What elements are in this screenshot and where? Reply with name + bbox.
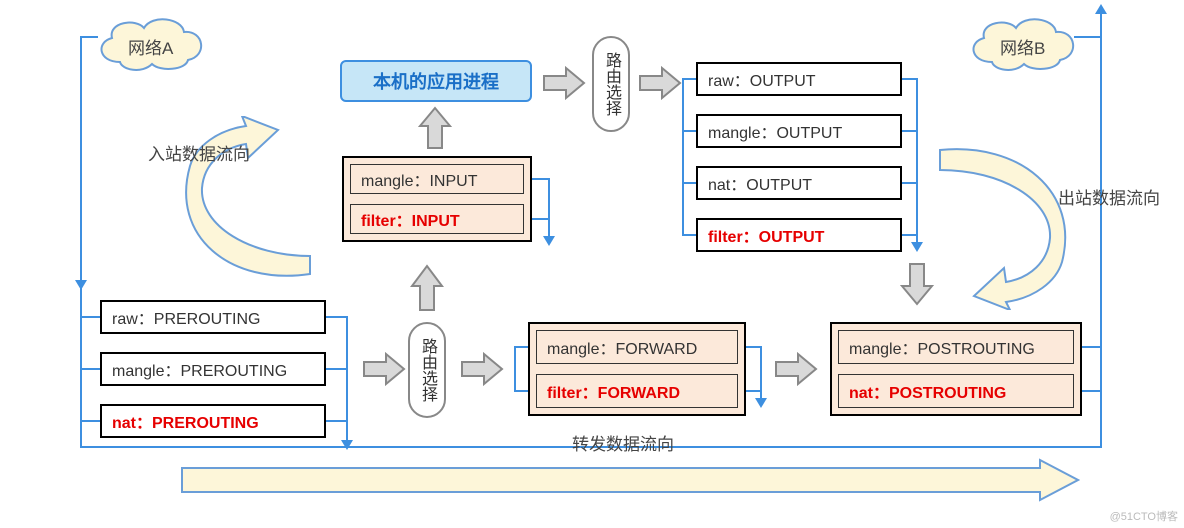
arrow-forward-to-postrouting (774, 352, 818, 386)
conn-pre-2l (80, 368, 100, 370)
rule-text: mangle：OUTPUT (708, 119, 842, 143)
frame-left-v (80, 36, 82, 446)
conn-out-1l (682, 78, 696, 80)
arrow-prerouting-to-route (362, 352, 406, 386)
box-filter-input: filter：INPUT (350, 204, 524, 234)
big-arrow-forward (180, 458, 1080, 502)
rule-text: mangle：INPUT (361, 167, 477, 191)
box-mangle-postrouting: mangle：POSTROUTING (838, 330, 1074, 364)
conn-out-1r (902, 78, 916, 80)
rule-text: nat：POSTROUTING (849, 379, 1006, 403)
arrow-route-to-forward (460, 352, 504, 386)
conn-out-3l (682, 182, 696, 184)
box-raw-output: raw：OUTPUT (696, 62, 902, 96)
conn-out-4r (902, 234, 916, 236)
frame-right-v (1100, 12, 1102, 448)
conn-fwd-vl (514, 346, 516, 392)
curved-arrow-outbound (924, 142, 1092, 310)
label-inbound: 入站数据流向 (148, 140, 250, 165)
box-filter-output: filter：OUTPUT (696, 218, 902, 252)
conn-fwd-vr (760, 346, 762, 404)
box-nat-prerouting: nat：PREROUTING (100, 404, 326, 438)
box-nat-output: nat：OUTPUT (696, 166, 902, 200)
rule-text: nat：PREROUTING (112, 409, 259, 433)
conn-pre-vr (346, 316, 348, 446)
route-label-2: 路由选择 (599, 52, 623, 116)
conn-input-vr-arrow (543, 236, 555, 246)
box-mangle-output: mangle：OUTPUT (696, 114, 902, 148)
frame-left-arrow (75, 280, 87, 290)
conn-out-3r (902, 182, 916, 184)
watermark: @51CTO博客 (1110, 508, 1178, 524)
rule-text: mangle：FORWARD (547, 335, 697, 359)
conn-pre-2r (326, 368, 346, 370)
conn-fwd-2r (746, 390, 760, 392)
conn-post-1r (1082, 346, 1100, 348)
rule-text: raw：PREROUTING (112, 305, 260, 329)
conn-input-1r (532, 178, 548, 180)
conn-out-2l (682, 130, 696, 132)
conn-out-vl (682, 78, 684, 236)
rule-text: mangle：PREROUTING (112, 357, 287, 381)
conn-fwd-1l (514, 346, 528, 348)
arrow-input-to-app (418, 106, 452, 150)
route-label: 路由选择 (415, 338, 439, 402)
frame-top-left-h (80, 36, 98, 38)
conn-out-vr-arrow (911, 242, 923, 252)
conn-pre-3l (80, 420, 100, 422)
conn-out-2r (902, 130, 916, 132)
box-mangle-input: mangle：INPUT (350, 164, 524, 194)
rule-text: filter：FORWARD (547, 379, 680, 403)
arrow-app-to-route (542, 66, 586, 100)
label-outbound: 出站数据流向 (1058, 184, 1160, 209)
conn-out-4l (682, 234, 696, 236)
conn-input-vr (548, 178, 550, 242)
frame-top-right-h (1074, 36, 1100, 38)
rule-text: filter：INPUT (361, 207, 460, 231)
conn-pre-1r (326, 316, 346, 318)
route-decision-2: 路由选择 (592, 36, 630, 132)
box-filter-forward: filter：FORWARD (536, 374, 738, 408)
conn-out-vr (916, 78, 918, 248)
cloud-network-a (90, 12, 210, 74)
conn-fwd-2l (514, 390, 528, 392)
box-raw-prerouting: raw：PREROUTING (100, 300, 326, 334)
app-label: 本机的应用进程 (373, 68, 499, 94)
box-mangle-forward: mangle：FORWARD (536, 330, 738, 364)
route-decision-1: 路由选择 (408, 322, 446, 418)
arrow-route-to-output (638, 66, 682, 100)
rule-text: raw：OUTPUT (708, 67, 816, 91)
conn-input-2r (532, 218, 548, 220)
arrow-route-to-input (410, 264, 444, 312)
conn-fwd-1r (746, 346, 760, 348)
frame-right-arrow (1095, 4, 1107, 14)
conn-pre-vr-arrow (341, 440, 353, 450)
rule-text: nat：OUTPUT (708, 171, 812, 195)
cloud-network-b (962, 12, 1082, 74)
rule-text: mangle：POSTROUTING (849, 335, 1035, 359)
conn-pre-3r (326, 420, 346, 422)
rule-text: filter：OUTPUT (708, 223, 824, 247)
conn-fwd-vr-arrow (755, 398, 767, 408)
app-process-box: 本机的应用进程 (340, 60, 532, 102)
conn-post-2r (1082, 390, 1100, 392)
conn-pre-1l (80, 316, 100, 318)
label-forward: 转发数据流向 (572, 430, 674, 455)
box-nat-postrouting: nat：POSTROUTING (838, 374, 1074, 408)
box-mangle-prerouting: mangle：PREROUTING (100, 352, 326, 386)
